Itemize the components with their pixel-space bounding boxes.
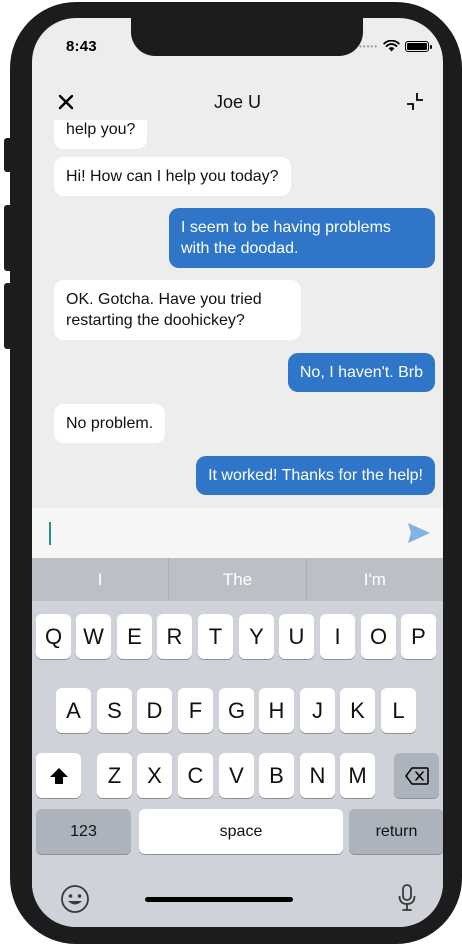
- suggestion-item[interactable]: The: [169, 558, 307, 601]
- suggestion-item[interactable]: I: [32, 558, 170, 601]
- key-x[interactable]: X: [137, 753, 172, 798]
- key-m[interactable]: M: [340, 753, 375, 798]
- key-z[interactable]: Z: [97, 753, 132, 798]
- key-i[interactable]: I: [320, 614, 355, 659]
- key-p[interactable]: P: [401, 614, 436, 659]
- key-k[interactable]: K: [340, 688, 375, 733]
- key-s[interactable]: S: [97, 688, 132, 733]
- microphone-icon[interactable]: [397, 883, 417, 913]
- shift-icon: [49, 767, 68, 784]
- message-outgoing: It worked! Thanks for the help!: [196, 456, 435, 495]
- signal-dots: •••••: [358, 41, 378, 51]
- minimize-icon[interactable]: [403, 90, 427, 114]
- key-v[interactable]: V: [219, 753, 254, 798]
- key-a[interactable]: A: [56, 688, 91, 733]
- contact-name: Joe U: [213, 92, 262, 112]
- key-e[interactable]: E: [117, 614, 152, 659]
- key-d[interactable]: D: [137, 688, 172, 733]
- key-f[interactable]: F: [178, 688, 213, 733]
- key-l[interactable]: L: [381, 688, 416, 733]
- message-outgoing: No, I haven't. Brb: [287, 353, 435, 392]
- key-c[interactable]: C: [178, 753, 213, 798]
- screen: 8:43 ••••• Joe U help you? Hi! How can I…: [32, 18, 443, 927]
- status-icons: •••••: [358, 40, 432, 52]
- key-b[interactable]: B: [259, 753, 294, 798]
- numbers-key[interactable]: 123: [36, 809, 131, 854]
- key-n[interactable]: N: [300, 753, 335, 798]
- text-cursor[interactable]: [49, 522, 51, 545]
- message-incoming: help you?: [54, 120, 148, 149]
- message-list[interactable]: help you? Hi! How can I help you today? …: [32, 120, 443, 508]
- key-u[interactable]: U: [279, 614, 314, 659]
- backspace-icon: [404, 766, 429, 785]
- key-r[interactable]: R: [157, 614, 192, 659]
- key-j[interactable]: J: [300, 688, 335, 733]
- suggestion-item[interactable]: I'm: [307, 558, 443, 601]
- key-q[interactable]: Q: [36, 614, 71, 659]
- send-icon[interactable]: [407, 522, 431, 544]
- suggestion-bar: I The I'm: [32, 558, 443, 601]
- phone-frame: 8:43 ••••• Joe U help you? Hi! How can I…: [10, 2, 462, 944]
- key-y[interactable]: Y: [239, 614, 274, 659]
- message-composer: [32, 508, 443, 558]
- wifi-icon: [383, 40, 400, 52]
- home-indicator[interactable]: [145, 897, 293, 902]
- message-incoming: OK. Gotcha. Have you tried restarting th…: [54, 280, 301, 340]
- return-key[interactable]: return: [349, 809, 443, 854]
- message-incoming: Hi! How can I help you today?: [54, 157, 291, 196]
- key-t[interactable]: T: [198, 614, 233, 659]
- emoji-icon[interactable]: [60, 884, 90, 914]
- notch: [131, 18, 363, 56]
- keyboard: I The I'm Q W E R T Y U I O P A S D F G …: [32, 558, 443, 927]
- backspace-key[interactable]: [394, 753, 439, 798]
- message-outgoing: I seem to be having problems with the do…: [169, 208, 435, 268]
- key-o[interactable]: O: [361, 614, 396, 659]
- shift-key[interactable]: [36, 753, 81, 798]
- message-incoming: No problem.: [54, 404, 166, 443]
- key-g[interactable]: G: [219, 688, 254, 733]
- battery-icon: [405, 40, 432, 52]
- key-h[interactable]: H: [259, 688, 294, 733]
- status-time: 8:43: [66, 38, 97, 55]
- key-w[interactable]: W: [76, 614, 111, 659]
- space-key[interactable]: space: [139, 809, 343, 854]
